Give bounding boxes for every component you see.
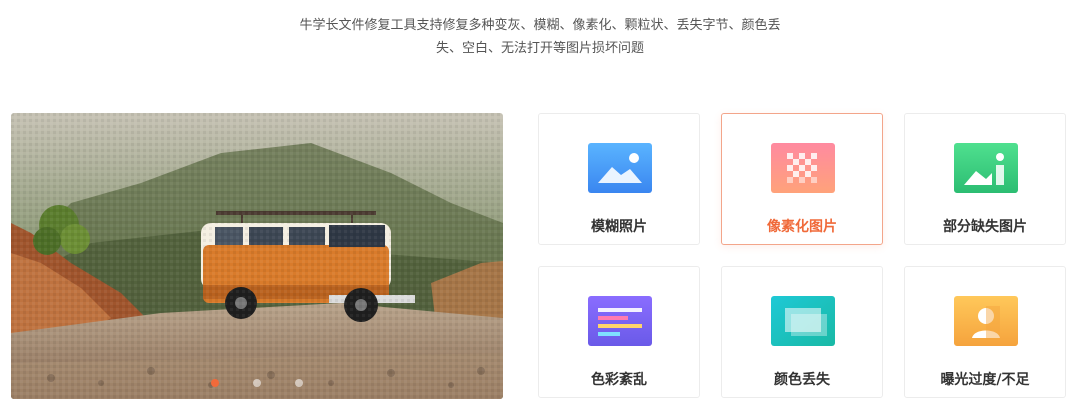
card-color-lost[interactable]: 颜色丢失 xyxy=(721,266,883,398)
description-line-1: 牛学长文件修复工具支持修复多种变灰、模糊、像素化、颗粒状、丢失字节、颜色丢 xyxy=(299,18,781,33)
card-blurry-photo[interactable]: 模糊照片 xyxy=(538,113,700,245)
card-pixelated-image[interactable]: 像素化图片 xyxy=(721,113,883,245)
description-line-2: 失、空白、无法打开等图片损坏问题 xyxy=(435,41,644,56)
card-partial-missing-image[interactable]: 部分缺失图片 xyxy=(904,113,1066,245)
carousel-dot-active[interactable] xyxy=(211,379,219,387)
card-label: 像素化图片 xyxy=(767,219,837,235)
example-image-carousel[interactable] xyxy=(11,113,503,399)
card-exposure[interactable]: 曝光过度/不足 xyxy=(904,266,1066,398)
carousel-dot[interactable] xyxy=(253,379,261,387)
carousel-dot[interactable] xyxy=(295,379,303,387)
card-label: 部分缺失图片 xyxy=(943,219,1027,235)
feature-description: 牛学长文件修复工具支持修复多种变灰、模糊、像素化、颗粒状、丢失字节、颜色丢 失、… xyxy=(0,14,1080,60)
card-label: 模糊照片 xyxy=(591,219,647,235)
partial-missing-image-icon xyxy=(954,143,1018,193)
card-label: 色彩紊乱 xyxy=(591,372,647,388)
card-label: 颜色丢失 xyxy=(774,372,830,388)
landscape-photo-icon xyxy=(588,143,652,193)
color-lost-icon xyxy=(771,296,835,346)
color-disorder-icon xyxy=(588,296,652,346)
pixelated-image-icon xyxy=(771,143,835,193)
exposure-icon xyxy=(954,296,1018,346)
carousel-indicators xyxy=(11,379,503,387)
card-label: 曝光过度/不足 xyxy=(940,372,1030,388)
camper-van-photo xyxy=(11,113,503,399)
card-color-disorder[interactable]: 色彩紊乱 xyxy=(538,266,700,398)
